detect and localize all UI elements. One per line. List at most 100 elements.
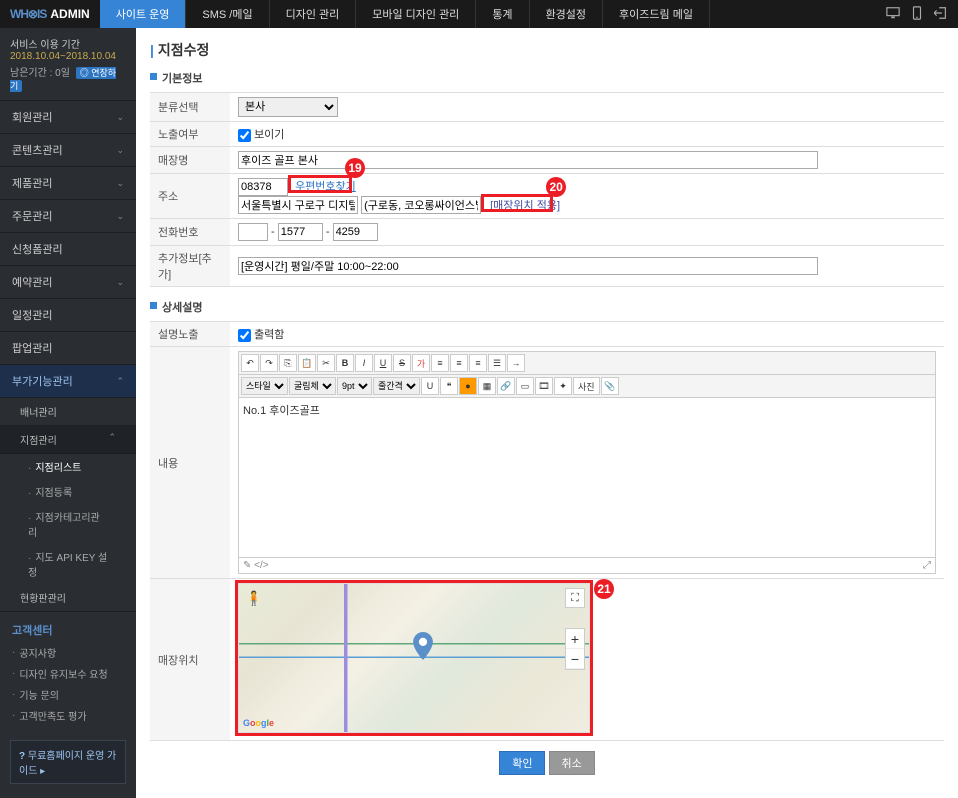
sidebar-subsub-list[interactable]: 지점리스트	[0, 454, 136, 479]
ed-italic-icon[interactable]: I	[355, 354, 373, 372]
cancel-button[interactable]: 취소	[549, 751, 595, 775]
desc-visible-checkbox[interactable]	[238, 329, 251, 342]
ed-bold-icon[interactable]: B	[336, 354, 354, 372]
logo-text: ADMIN	[50, 7, 89, 21]
chevron-down-icon: ⌄	[116, 277, 124, 288]
ed-align-center-icon[interactable]: ≡	[450, 354, 468, 372]
sidebar-item-label: 신청폼관리	[12, 241, 63, 257]
ed-spacing-select[interactable]: 줄간격	[373, 377, 420, 395]
nav-settings[interactable]: 환경설정	[530, 0, 603, 28]
sidebar-item-popup[interactable]: 팝업관리	[0, 332, 136, 365]
sidebar-link-notice[interactable]: 공지사항	[0, 642, 136, 663]
editor-body[interactable]: No.1 후이즈골프	[238, 398, 936, 558]
ed-table-icon[interactable]: ▦	[478, 377, 496, 395]
ed-star-icon[interactable]: ✦	[554, 377, 572, 395]
section-basic-info: 기본정보	[150, 70, 944, 86]
tel1-input[interactable]	[238, 223, 268, 241]
sidebar-link-feedback[interactable]: 고객만족도 평가	[0, 705, 136, 726]
ed-cut-icon[interactable]: ✂	[317, 354, 335, 372]
chevron-down-icon: ⌄	[116, 112, 124, 123]
address2-input[interactable]	[361, 196, 481, 214]
extra-info-input[interactable]	[238, 257, 818, 275]
nav-site[interactable]: 사이트 운영	[100, 0, 187, 28]
sidebar-customer-center: 고객센터	[0, 612, 136, 642]
ed-copy-icon[interactable]: ⎘	[279, 354, 297, 372]
sidebar-item-extra[interactable]: 부가기능관리 ⌃	[0, 365, 136, 398]
sidebar-item-label: 회원관리	[12, 109, 52, 125]
zip-input[interactable]	[238, 178, 288, 196]
ed-list-icon[interactable]: ☰	[488, 354, 506, 372]
ed-resize-icon[interactable]: ⤢	[923, 560, 931, 571]
ed-indent-icon[interactable]: →	[507, 354, 525, 372]
mobile-icon[interactable]	[910, 6, 924, 23]
nav-dream-mail[interactable]: 후이즈드림 메일	[603, 0, 710, 28]
sidebar-item-reserve[interactable]: 예약관리⌄	[0, 266, 136, 299]
sidebar-item-label: 부가기능관리	[12, 373, 73, 389]
nav-design[interactable]: 디자인 관리	[270, 0, 357, 28]
sidebar-item-form[interactable]: 신청폼관리	[0, 233, 136, 266]
ed-style-select[interactable]: 스타일	[241, 377, 288, 395]
pegman-icon[interactable]: 🧍	[245, 590, 262, 607]
ed-film-icon[interactable]: 🎞	[535, 377, 553, 395]
sidebar-sub-banner[interactable]: 배너관리	[0, 398, 136, 426]
ed-edit-icon[interactable]: ✎	[243, 560, 251, 571]
sidebar-subsub-register[interactable]: 지점등록	[0, 479, 136, 504]
address1-input[interactable]	[238, 196, 358, 214]
ed-orange-icon[interactable]: ●	[459, 377, 477, 395]
desktop-icon[interactable]	[886, 6, 900, 23]
ed-font-select[interactable]: 굴림체	[289, 377, 336, 395]
logo-mark: WH⊗IS	[10, 7, 46, 21]
sidebar-guide-link[interactable]: 무료홈페이지 운영 가이드 ▸	[10, 740, 126, 784]
service-period: 서비스 이용 기간 2018.10.04~2018.10.04 남은기간 : 0…	[0, 28, 136, 101]
ed-paste-icon[interactable]: 📋	[298, 354, 316, 372]
sidebar-sub-branch[interactable]: 지점관리⌃	[0, 426, 136, 454]
ed-undo-icon[interactable]: ↶	[241, 354, 259, 372]
nav-mobile-design[interactable]: 모바일 디자인 관리	[356, 0, 476, 28]
logo[interactable]: WH⊗IS ADMIN	[0, 7, 100, 21]
visible-checkbox[interactable]	[238, 129, 251, 142]
sidebar-link-faq[interactable]: 기능 문의	[0, 684, 136, 705]
main-content: 지점수정 기본정보 분류선택 본사 노출여부 보이기 매장명 주소 우편번호찾기	[136, 28, 958, 798]
visible-checkbox-label[interactable]: 보이기	[238, 129, 284, 141]
nav-stats[interactable]: 통계	[476, 0, 529, 28]
ed-u-icon[interactable]: U	[421, 377, 439, 395]
zip-search-button[interactable]: 우편번호찾기	[291, 180, 360, 194]
sidebar-subsub-apikey[interactable]: 지도 API KEY 설정	[0, 544, 136, 584]
ed-photo-button[interactable]: 사진	[573, 377, 600, 395]
logout-icon[interactable]	[934, 6, 948, 23]
zoom-in-button[interactable]: +	[566, 629, 584, 649]
store-name-input[interactable]	[238, 151, 818, 169]
sidebar-item-schedule[interactable]: 일정관리	[0, 299, 136, 332]
nav-sms[interactable]: SMS /메일	[186, 0, 269, 28]
map-view[interactable]: 🧍 ⛶ + − Google	[238, 583, 590, 733]
chevron-up-icon: ⌃	[116, 376, 124, 387]
ed-strike-icon[interactable]: S	[393, 354, 411, 372]
sidebar-item-member[interactable]: 회원관리 ⌄	[0, 101, 136, 134]
ed-quote-icon[interactable]: ❝	[440, 377, 458, 395]
sidebar-subsub-category[interactable]: 지점카테고리관리	[0, 504, 136, 544]
sidebar-item-content[interactable]: 콘텐츠관리⌄	[0, 134, 136, 167]
ed-align-left-icon[interactable]: ≡	[431, 354, 449, 372]
ed-file-icon[interactable]: 📎	[601, 377, 619, 395]
ed-redo-icon[interactable]: ↷	[260, 354, 278, 372]
section-detail: 상세설명	[150, 299, 944, 315]
ed-link-icon[interactable]: 🔗	[497, 377, 515, 395]
zoom-out-button[interactable]: −	[566, 649, 584, 669]
sidebar-link-maint[interactable]: 디자인 유지보수 요청	[0, 663, 136, 684]
sidebar-item-order[interactable]: 주문관리⌄	[0, 200, 136, 233]
ed-html-icon[interactable]: </>	[254, 560, 268, 571]
sidebar-sub-board[interactable]: 현황판관리	[0, 584, 136, 612]
apply-location-button[interactable]: [매장위치 적용]	[484, 199, 566, 213]
desc-visible-label[interactable]: 출력함	[238, 329, 284, 341]
ed-underline-icon[interactable]: U	[374, 354, 392, 372]
ed-color-icon[interactable]: 가	[412, 354, 430, 372]
tel2-input[interactable]	[278, 223, 323, 241]
tel3-input[interactable]	[333, 223, 378, 241]
confirm-button[interactable]: 확인	[499, 751, 545, 775]
category-select[interactable]: 본사	[238, 97, 338, 117]
ed-align-right-icon[interactable]: ≡	[469, 354, 487, 372]
ed-size-select[interactable]: 9pt	[337, 377, 372, 395]
sidebar-item-product[interactable]: 제품관리⌄	[0, 167, 136, 200]
ed-box-icon[interactable]: ▭	[516, 377, 534, 395]
map-fullscreen-icon[interactable]: ⛶	[565, 588, 585, 608]
